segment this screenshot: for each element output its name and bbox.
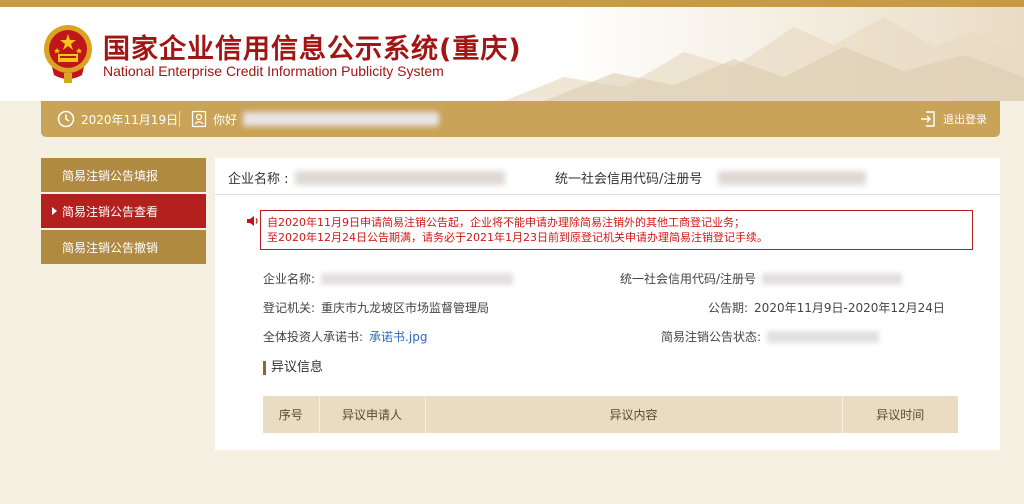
detail-period: 公告期: 2020年11月9日-2020年12月24日 (708, 299, 945, 316)
redacted-username (243, 112, 440, 126)
greeting-text: 你好 (213, 112, 238, 127)
top-accent-line (0, 0, 1024, 7)
commitment-file-link[interactable]: 承诺书.jpg (369, 328, 427, 345)
sidebar-nav: 简易注销公告填报 简易注销公告查看 简易注销公告撤销 (41, 158, 206, 266)
sidebar-item-fill[interactable]: 简易注销公告填报 (41, 158, 206, 192)
deregistration-notice: 自2020年11月9日申请简易注销公告起，企业将不能申请办理除简易注销外的其他工… (260, 210, 973, 250)
current-date: 2020年11月19日 (81, 112, 179, 127)
sidebar-item-view[interactable]: 简易注销公告查看 (41, 194, 206, 228)
detail-authority: 登记机关: 重庆市九龙坡区市场监督管理局 (263, 299, 489, 316)
company-header: 企业名称 : 统一社会信用代码/注册号 (215, 158, 1000, 195)
redacted-credit-code (718, 170, 867, 185)
site-header: 国家企业信用信息公示系统(重庆) National Enterprise Cre… (0, 7, 1024, 101)
redacted-status (767, 330, 880, 343)
period-label: 公告期: (708, 301, 749, 315)
sidebar-item-label: 简易注销公告查看 (62, 204, 159, 219)
user-greeting: 你好 (191, 101, 440, 137)
speaker-icon (247, 216, 258, 226)
objection-table: 序号 异议申请人 异议内容 异议时间 (263, 396, 958, 433)
redacted-company-name (294, 170, 505, 185)
active-arrow-icon (52, 207, 57, 215)
notice-line-1: 自2020年11月9日申请简易注销公告起，企业将不能申请办理除简易注销外的其他工… (267, 216, 745, 229)
toolbar-divider (179, 111, 180, 127)
logout-button[interactable]: 退出登录 (919, 101, 987, 137)
sidebar-item-revoke[interactable]: 简易注销公告撤销 (41, 230, 206, 264)
table-header-row: 序号 异议申请人 异议内容 异议时间 (263, 396, 958, 433)
date-display: 2020年11月19日 (57, 101, 178, 137)
period-value: 2020年11月9日-2020年12月24日 (754, 301, 945, 315)
user-toolbar: 2020年11月19日 你好 退出登录 (41, 101, 1000, 137)
sidebar-item-label: 简易注销公告撤销 (62, 240, 159, 255)
logout-icon (921, 111, 935, 127)
redacted-detail-credit-code (762, 272, 903, 285)
credit-code-header: 统一社会信用代码/注册号 (555, 168, 867, 187)
status-label: 简易注销公告状态: (661, 330, 762, 344)
logout-label: 退出登录 (943, 113, 987, 126)
authority-label: 登记机关: (263, 301, 316, 315)
column-header-applicant: 异议申请人 (319, 396, 426, 433)
detail-credit-code-label: 统一社会信用代码/注册号 (620, 272, 757, 286)
sidebar-item-label: 简易注销公告填报 (62, 168, 159, 183)
column-header-index: 序号 (263, 396, 320, 433)
objection-section-title: 异议信息 (263, 361, 323, 375)
user-badge-icon (191, 110, 207, 128)
column-header-time: 异议时间 (842, 396, 958, 433)
redacted-detail-company (321, 272, 514, 285)
detail-status: 简易注销公告状态: (661, 328, 880, 345)
main-panel: 企业名称 : 统一社会信用代码/注册号 自2020年11月9日申请简易注销公告起… (215, 158, 1000, 450)
site-title: 国家企业信用信息公示系统(重庆) (103, 34, 522, 65)
clock-icon (57, 110, 75, 128)
commitment-label: 全体投资人承诺书: (263, 330, 364, 344)
site-subtitle: National Enterprise Credit Information P… (103, 63, 444, 79)
company-name-label: 企业名称 : (228, 172, 289, 187)
notice-line-2: 至2020年12月24日公告期满，请务必于2021年1月23日前到原登记机关申请… (267, 231, 768, 244)
authority-value: 重庆市九龙坡区市场监督管理局 (321, 301, 490, 315)
company-name-header: 企业名称 : (228, 168, 505, 187)
detail-company-label: 企业名称: (263, 272, 316, 286)
detail-commitment: 全体投资人承诺书: 承诺书.jpg (263, 328, 427, 345)
detail-credit-code: 统一社会信用代码/注册号 (620, 270, 903, 287)
column-header-content: 异议内容 (425, 396, 843, 433)
detail-company-name: 企业名称: (263, 270, 514, 287)
mountain-background-icon (504, 17, 1024, 101)
credit-code-label: 统一社会信用代码/注册号 (555, 172, 703, 187)
national-emblem-icon (44, 25, 92, 83)
